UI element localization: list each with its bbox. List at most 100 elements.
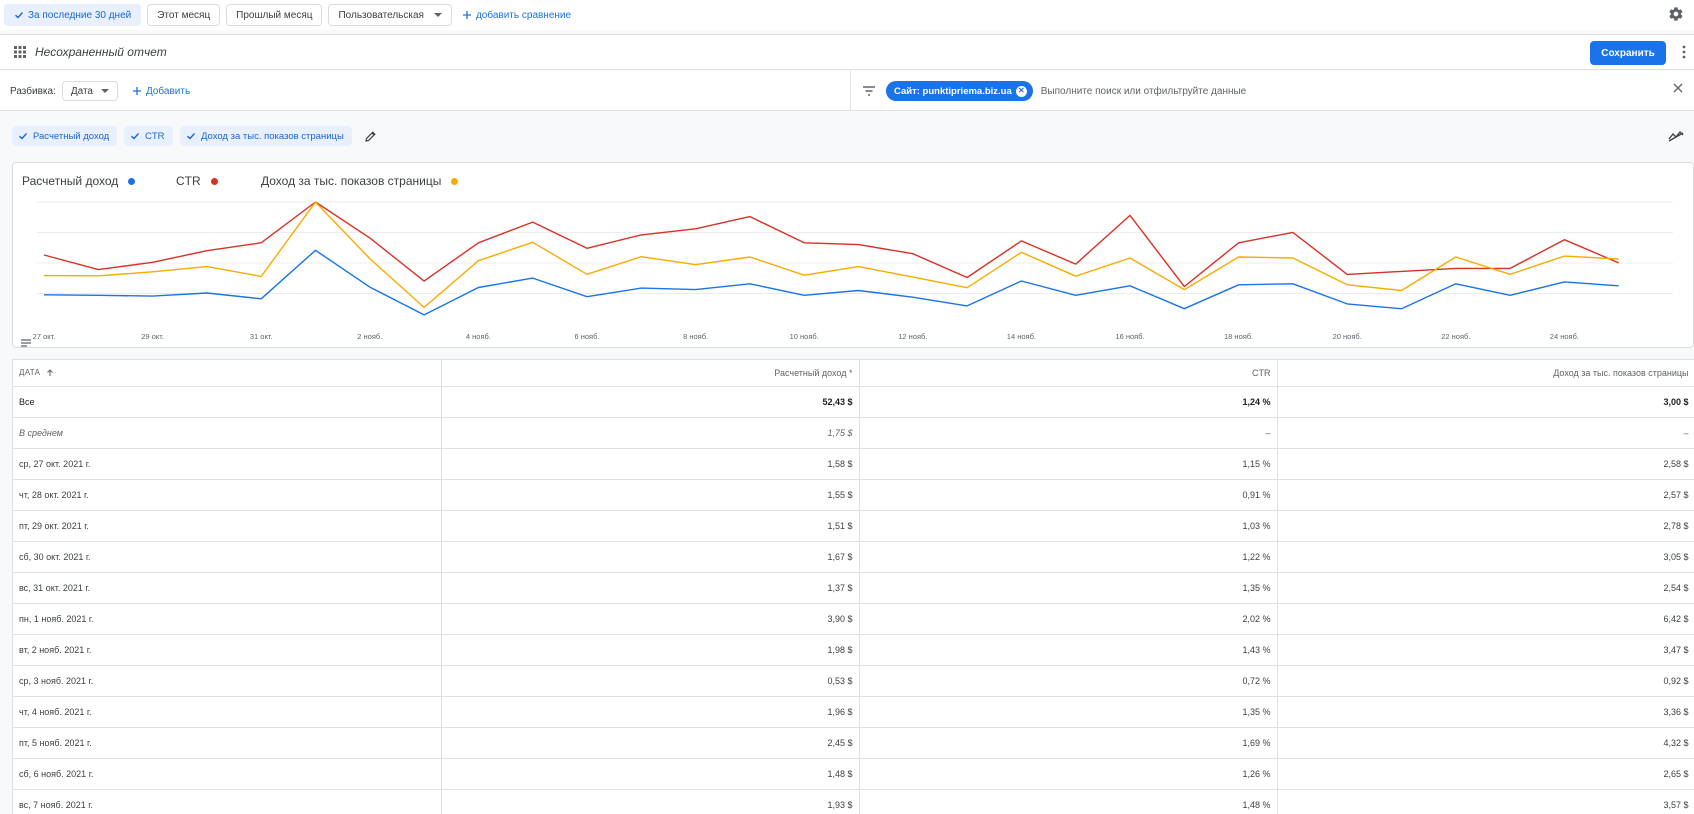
- report-header: Несохраненный отчет Сохранить: [0, 34, 1694, 70]
- cell-revenue: 1,37 $: [441, 572, 860, 604]
- cell-rpm: 0,92 $: [1277, 665, 1694, 697]
- table-row: чт, 28 окт. 2021 г. 1,55 $0,91 % 2,57 $: [13, 479, 1694, 511]
- cell-revenue: 0,53 $: [441, 665, 860, 697]
- cell-date: ср, 27 окт. 2021 г.: [13, 448, 442, 480]
- gear-icon[interactable]: [1668, 6, 1684, 22]
- cell-rpm: 3,05 $: [1277, 541, 1694, 573]
- site-filter-label: Сайт: punktipriema.biz.ua: [894, 85, 1012, 97]
- preset-last-month[interactable]: Прошлый месяц: [226, 4, 323, 26]
- cell-revenue: 52,43 $: [441, 386, 860, 418]
- table-row: пт, 5 нояб. 2021 г. 2,45 $1,69 % 4,32 $: [13, 727, 1694, 759]
- add-comparison-button[interactable]: добавить сравнение: [462, 10, 571, 21]
- date-range-bar: За последние 30 дней Этот месяц Прошлый …: [0, 0, 1694, 30]
- table-total-row: Все 52,43 $ 1,24 % 3,00 $: [13, 386, 1694, 418]
- check-icon: [187, 133, 196, 140]
- cell-date: вс, 31 окт. 2021 г.: [13, 572, 442, 604]
- cell-ctr: 2,02 %: [859, 603, 1278, 635]
- breakdown-label: Разбивка:: [10, 85, 56, 97]
- cell-date: сб, 6 нояб. 2021 г.: [13, 758, 442, 790]
- cell-revenue: 1,48 $: [441, 758, 860, 790]
- table-average-row: В среднем 1,75 $ – –: [13, 417, 1694, 449]
- cell-ctr: –: [859, 417, 1278, 449]
- cell-rpm: 4,32 $: [1277, 727, 1694, 759]
- x-tick-label: 4 нояб.: [466, 332, 491, 341]
- add-dimension-button[interactable]: Добавить: [132, 86, 190, 97]
- preset-label: За последние 30 дней: [28, 9, 132, 21]
- x-tick-label: 12 нояб.: [898, 332, 927, 341]
- cell-date: сб, 30 окт. 2021 г.: [13, 541, 442, 573]
- notes-icon[interactable]: [21, 339, 31, 347]
- report-title: Несохраненный отчет: [35, 45, 167, 59]
- column-header-revenue[interactable]: Расчетный доход *: [441, 360, 860, 387]
- plus-icon: [132, 87, 141, 95]
- caret-down-icon: [100, 89, 109, 93]
- cell-rpm: 2,65 $: [1277, 758, 1694, 790]
- cell-rpm: 2,57 $: [1277, 479, 1694, 511]
- site-filter-chip[interactable]: Сайт: punktipriema.biz.ua ✕: [886, 81, 1033, 101]
- close-circle-icon[interactable]: ✕: [1015, 85, 1027, 97]
- close-icon[interactable]: [1672, 82, 1684, 94]
- series-line-1[interactable]: [43, 201, 1619, 288]
- table-row: пт, 29 окт. 2021 г. 1,51 $1,03 % 2,78 $: [13, 510, 1694, 542]
- metric-selector-row: Расчетный доход CTR Доход за тыс. показо…: [0, 112, 1694, 160]
- cell-ctr: 1,24 %: [859, 386, 1278, 418]
- column-header-rpm[interactable]: Доход за тыс. показов страницы: [1277, 360, 1694, 387]
- save-button[interactable]: Сохранить: [1590, 41, 1666, 65]
- pencil-icon[interactable]: [364, 130, 377, 143]
- filter-icon[interactable]: [862, 86, 876, 96]
- check-icon: [19, 133, 28, 140]
- chart-type-toggle-icon[interactable]: [1668, 130, 1684, 142]
- x-tick-label: 2 нояб.: [357, 332, 382, 341]
- cell-rpm: 3,36 $: [1277, 696, 1694, 728]
- cell-revenue: 1,98 $: [441, 634, 860, 666]
- cell-revenue: 1,58 $: [441, 448, 860, 480]
- line-chart-card: Расчетный доход CTR Доход за тыс. показо…: [12, 162, 1694, 348]
- line-chart[interactable]: 27 окт. 29 окт. 31 окт. 2 нояб. 4 нояб. 6 ноя…: [13, 163, 1693, 347]
- cell-ctr: 0,72 %: [859, 665, 1278, 697]
- cell-revenue: 1,93 $: [441, 789, 860, 814]
- filter-search-input[interactable]: Выполните поиск или отфильтруйте данные: [1041, 86, 1246, 97]
- metric-chip-rpm[interactable]: Доход за тыс. показов страницы: [180, 126, 352, 146]
- preset-label: Пользовательская: [338, 9, 424, 21]
- apps-grid-icon[interactable]: [14, 46, 26, 58]
- caret-down-icon: [433, 13, 442, 17]
- metric-chip-revenue[interactable]: Расчетный доход: [12, 126, 118, 146]
- cell-revenue: 1,51 $: [441, 510, 860, 542]
- table-row: сб, 30 окт. 2021 г. 1,67 $1,22 % 3,05 $: [13, 541, 1694, 573]
- check-icon: [15, 12, 24, 19]
- x-tick-label: 31 окт.: [250, 332, 273, 341]
- series-line-0[interactable]: [43, 249, 1619, 316]
- cell-date: вс, 7 нояб. 2021 г.: [13, 789, 442, 814]
- table-row: чт, 4 нояб. 2021 г. 1,96 $1,35 % 3,36 $: [13, 696, 1694, 728]
- x-tick-label: 20 нояб.: [1333, 332, 1362, 341]
- breakdown-filter-bar: Разбивка: Дата Добавить Сайт: punktiprie…: [0, 71, 1694, 111]
- cell-ctr: 1,35 %: [859, 696, 1278, 728]
- metric-chip-ctr[interactable]: CTR: [124, 126, 173, 146]
- plus-icon: [462, 11, 471, 19]
- more-vert-icon[interactable]: [1682, 45, 1686, 59]
- column-header-ctr[interactable]: CTR: [859, 360, 1278, 387]
- cell-rpm: –: [1277, 417, 1694, 449]
- dimension-select[interactable]: Дата: [61, 81, 118, 101]
- cell-date: пт, 5 нояб. 2021 г.: [13, 727, 442, 759]
- cell-date: Все: [13, 386, 442, 418]
- cell-date: пн, 1 нояб. 2021 г.: [13, 603, 442, 635]
- preset-this-month[interactable]: Этот месяц: [147, 4, 221, 26]
- cell-rpm: 6,42 $: [1277, 603, 1694, 635]
- preset-last-30-days[interactable]: За последние 30 дней: [4, 4, 142, 26]
- x-tick-label: 24 нояб.: [1550, 332, 1579, 341]
- column-header-label: Дата: [19, 368, 41, 378]
- cell-revenue: 3,90 $: [441, 603, 860, 635]
- column-header-date[interactable]: Дата: [13, 360, 442, 387]
- x-tick-label: 27 окт.: [33, 332, 56, 341]
- series-line-2[interactable]: [43, 201, 1619, 309]
- cell-revenue: 1,96 $: [441, 696, 860, 728]
- table-row: вт, 2 нояб. 2021 г. 1,98 $1,43 % 3,47 $: [13, 634, 1694, 666]
- cell-ctr: 1,15 %: [859, 448, 1278, 480]
- cell-ctr: 1,03 %: [859, 510, 1278, 542]
- cell-date: пт, 29 окт. 2021 г.: [13, 510, 442, 542]
- cell-date: вт, 2 нояб. 2021 г.: [13, 634, 442, 666]
- preset-custom-dropdown[interactable]: Пользовательская: [328, 4, 452, 26]
- preset-label: Этот месяц: [157, 9, 211, 21]
- table-row: ср, 3 нояб. 2021 г. 0,53 $0,72 % 0,92 $: [13, 665, 1694, 697]
